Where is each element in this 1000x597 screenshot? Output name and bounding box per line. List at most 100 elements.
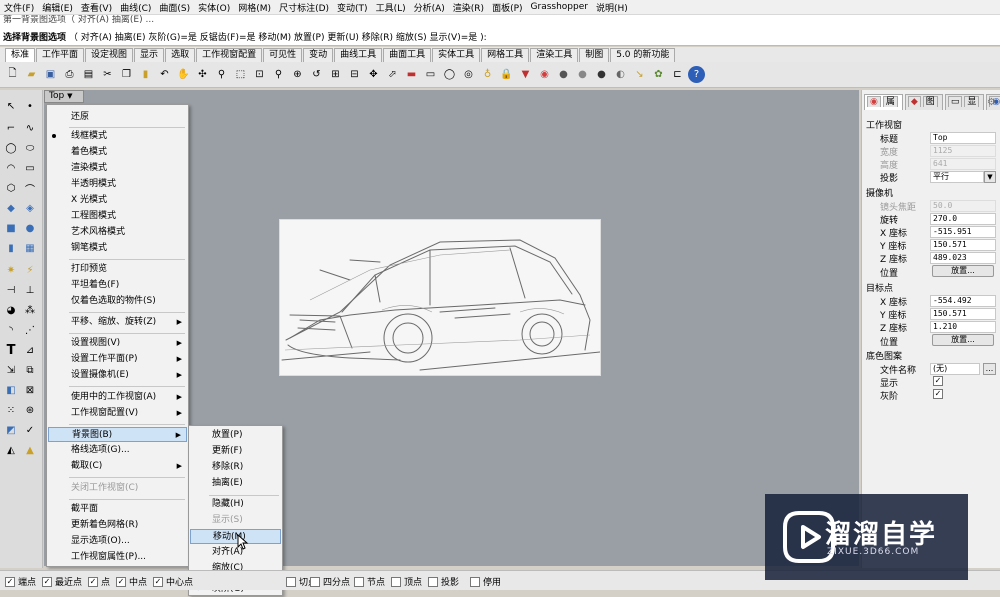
- menu-item[interactable]: 尺寸标注(D): [279, 1, 329, 14]
- offset-icon[interactable]: ⋰: [22, 322, 38, 338]
- viewport-dropdown-icon[interactable]: ▼: [67, 92, 72, 100]
- render-tool-icon[interactable]: ◩: [3, 422, 19, 438]
- analyze-icon[interactable]: ⊠: [22, 382, 38, 398]
- submenu-item[interactable]: 放置(P): [190, 428, 281, 443]
- toolbar-tab[interactable]: 渲染工具: [530, 48, 579, 62]
- context-menu-item[interactable]: 打印预览: [48, 262, 187, 277]
- context-menu-item[interactable]: 背景图(B) ▶: [48, 427, 187, 442]
- explode-icon[interactable]: ✷: [3, 262, 19, 278]
- dimension-tool-icon[interactable]: ⊿: [22, 342, 38, 358]
- color-wheel-icon[interactable]: ◉: [536, 66, 553, 83]
- boolean-icon[interactable]: ◕: [3, 302, 19, 318]
- title-field[interactable]: Top: [930, 132, 996, 144]
- new-file-icon[interactable]: 🗋: [4, 66, 21, 83]
- join-icon[interactable]: ⚡: [22, 262, 38, 278]
- projection-select[interactable]: 平行: [930, 171, 984, 183]
- import-icon[interactable]: ▤: [80, 66, 97, 83]
- menu-item[interactable]: 实体(O): [198, 1, 230, 14]
- zoom-window-icon[interactable]: ⬚: [232, 66, 249, 83]
- camera-z-field[interactable]: 489.023: [930, 252, 996, 264]
- box-icon[interactable]: ■: [3, 220, 19, 236]
- show-hide-icon[interactable]: ◎: [460, 66, 477, 83]
- menu-item[interactable]: 曲面(S): [159, 1, 190, 14]
- copy-icon[interactable]: ❐: [118, 66, 135, 83]
- osnap-checkbox[interactable]: ✓: [153, 576, 163, 587]
- toolbar-tab[interactable]: 工作视窗配置: [196, 48, 263, 62]
- context-menu-item[interactable]: 格线选项(G)...: [48, 443, 187, 458]
- target-x-field[interactable]: -554.492: [930, 295, 996, 307]
- zoom-dynamic-icon[interactable]: ⊕: [289, 66, 306, 83]
- toolbar-tab[interactable]: 变动: [303, 48, 334, 62]
- fillet-curve-icon[interactable]: ⌒: [22, 180, 38, 196]
- cylinder-icon[interactable]: ▮: [3, 240, 19, 256]
- context-menu-item[interactable]: 平移、缩放、旋转(Z) ▶: [48, 315, 187, 330]
- loft-icon[interactable]: ◈: [22, 200, 38, 216]
- menu-item[interactable]: 编辑(E): [42, 1, 73, 14]
- solid-tool-icon[interactable]: ◧: [3, 382, 19, 398]
- context-menu-item[interactable]: 着色模式: [48, 145, 187, 160]
- material-icon[interactable]: ●: [593, 66, 610, 83]
- object-properties-icon[interactable]: ◯: [441, 66, 458, 83]
- open-folder-icon[interactable]: ▰: [23, 66, 40, 83]
- ellipse-icon[interactable]: ⬭: [22, 140, 38, 156]
- paste-icon[interactable]: ▮: [137, 66, 154, 83]
- cplane-icon[interactable]: ▬: [403, 66, 420, 83]
- menu-item[interactable]: 渲染(R): [453, 1, 484, 14]
- render-icon[interactable]: ▼: [517, 66, 534, 83]
- osnap-option[interactable]: ✓ 中点: [116, 575, 147, 588]
- lock-icon[interactable]: 🔒: [498, 66, 515, 83]
- toolbar-tab[interactable]: 5.0 的新功能: [610, 48, 676, 62]
- pan-icon[interactable]: ✋: [175, 66, 192, 83]
- transform-icon[interactable]: ⊛: [22, 402, 38, 418]
- menu-item[interactable]: 文件(F): [4, 1, 34, 14]
- context-menu-item[interactable]: 显示选项(O)...: [48, 534, 187, 549]
- brush-icon[interactable]: ▲: [22, 442, 38, 458]
- context-menu-item[interactable]: 工作视窗属性(P)...: [48, 550, 187, 565]
- osnap-option[interactable]: ✓ 点: [88, 575, 110, 588]
- polygon-icon[interactable]: ⬡: [3, 180, 19, 196]
- help-icon[interactable]: ?: [688, 66, 705, 83]
- sphere-icon[interactable]: ●: [22, 220, 38, 236]
- context-menu-item[interactable]: 线框模式: [48, 129, 187, 144]
- camera-y-field[interactable]: 150.571: [930, 239, 996, 251]
- dimension-icon[interactable]: ⊏: [669, 66, 686, 83]
- menu-item[interactable]: 说明(H): [596, 1, 628, 14]
- mesh-icon[interactable]: ▦: [22, 240, 38, 256]
- context-menu-item[interactable]: 设置视图(V) ▶: [48, 336, 187, 351]
- submenu-item[interactable]: 隐藏(H): [190, 497, 281, 512]
- tab-display[interactable]: ▭ 显: [944, 94, 985, 110]
- context-menu-item[interactable]: 仅着色选取的物件(S): [48, 294, 187, 309]
- menu-item[interactable]: 网格(M): [238, 1, 271, 14]
- light-bulb-icon[interactable]: ♁: [479, 66, 496, 83]
- paint-icon[interactable]: ◭: [3, 442, 19, 458]
- browse-file-button[interactable]: ...: [983, 363, 996, 375]
- group-icon[interactable]: ⁂: [22, 302, 38, 318]
- toolbar-tab[interactable]: 曲线工具: [334, 48, 383, 62]
- toolbar-tab[interactable]: 制图: [579, 48, 610, 62]
- osnap-option[interactable]: 投影: [428, 575, 459, 588]
- osnap-checkbox[interactable]: ✓: [5, 576, 15, 587]
- viewport-title[interactable]: Top ▼: [44, 90, 84, 103]
- menu-item[interactable]: 工具(L): [376, 1, 406, 14]
- osnap-checkbox[interactable]: [286, 576, 296, 587]
- toolbar-tab[interactable]: 网格工具: [481, 48, 530, 62]
- shaded-icon[interactable]: ●: [555, 66, 572, 83]
- menu-item[interactable]: 变动(T): [337, 1, 368, 14]
- zoom-extents-icon[interactable]: ⊡: [251, 66, 268, 83]
- rectangle-icon[interactable]: ▭: [22, 160, 38, 176]
- osnap-option[interactable]: ✓ 最近点: [42, 575, 82, 588]
- save-icon[interactable]: ▣: [42, 66, 59, 83]
- command-prompt[interactable]: 选择背景图选项 （ 对齐(A) 抽离(E) 灰阶(G)=是 反锯齿(F)=是 移…: [0, 32, 1000, 46]
- context-menu-item[interactable]: 工程图模式: [48, 209, 187, 224]
- context-menu-item[interactable]: 还原: [48, 110, 187, 125]
- context-menu-item[interactable]: 使用中的工作视窗(A) ▶: [48, 390, 187, 405]
- target-y-field[interactable]: 150.571: [930, 308, 996, 320]
- viewport-layout-icon[interactable]: ⊞: [327, 66, 344, 83]
- zoom-selected-icon[interactable]: ⚲: [270, 66, 287, 83]
- zoom-icon[interactable]: ⚲: [213, 66, 230, 83]
- circle-icon[interactable]: ◯: [3, 140, 19, 156]
- submenu-item[interactable]: 移动(M): [190, 529, 281, 544]
- toolbar-tab[interactable]: 标准: [5, 48, 36, 62]
- surface-icon[interactable]: ◆: [3, 200, 19, 216]
- toolbar-tab[interactable]: 工作平面: [36, 48, 85, 62]
